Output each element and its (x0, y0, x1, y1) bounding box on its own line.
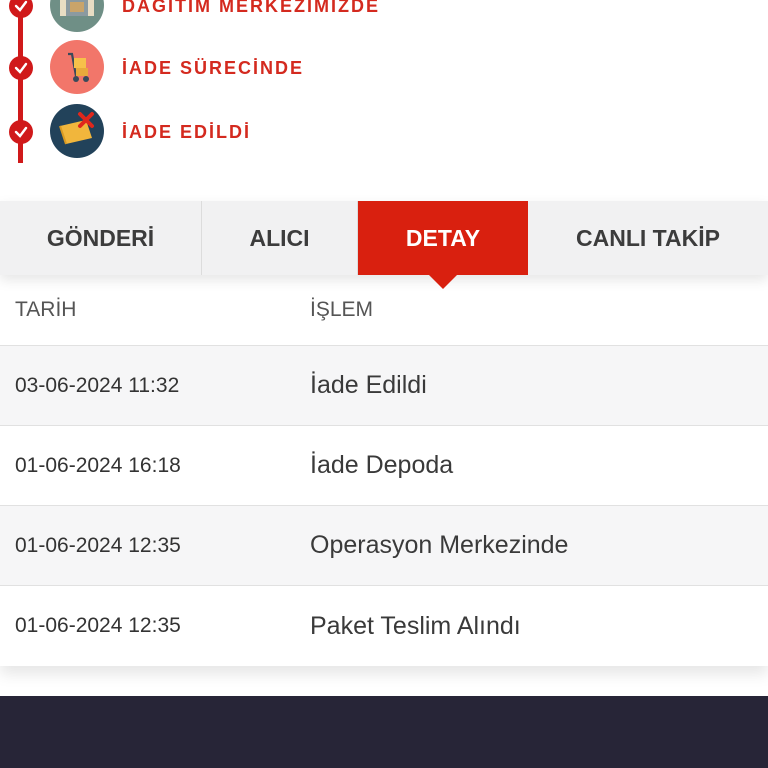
tab-shipment[interactable]: GÖNDERİ (0, 201, 202, 275)
warehouse-icon (50, 0, 104, 32)
table-header-row: TARİH İŞLEM (0, 275, 768, 346)
table-row: 01-06-2024 12:35 Operasyon Merkezinde (0, 506, 768, 586)
tab-live-tracking[interactable]: CANLI TAKİP (528, 201, 768, 275)
check-icon (9, 120, 33, 144)
hand-truck-icon (50, 40, 104, 94)
tracking-history-table: TARİH İŞLEM 03-06-2024 11:32 İade Edildi… (0, 275, 768, 666)
returned-package-icon (50, 104, 104, 158)
timeline-step-label: İADE SÜRECİNDE (122, 58, 305, 78)
row-operation: İade Depoda (310, 451, 454, 479)
timeline-step-return-process: İADE SÜRECİNDE (0, 40, 768, 96)
row-date: 01-06-2024 12:35 (15, 533, 181, 557)
table-row: 01-06-2024 12:35 Paket Teslim Alındı (0, 586, 768, 666)
tab-recipient[interactable]: ALICI (202, 201, 358, 275)
timeline-step-distribution: DAĞITIM MERKEZİMİZDE (0, 0, 768, 34)
row-operation: Operasyon Merkezinde (310, 531, 569, 559)
timeline-step-label: DAĞITIM MERKEZİMİZDE (122, 0, 380, 16)
detail-tabs: GÖNDERİ ALICI DETAY CANLI TAKİP (0, 201, 768, 289)
table-row: 03-06-2024 11:32 İade Edildi (0, 346, 768, 426)
tab-detail[interactable]: DETAY (358, 201, 528, 289)
column-header-date: TARİH (15, 298, 77, 321)
row-operation: İade Edildi (310, 371, 427, 399)
timeline-step-returned: İADE EDİLDİ (0, 104, 768, 160)
row-date: 01-06-2024 12:35 (15, 614, 181, 637)
check-icon (9, 56, 33, 80)
row-date: 01-06-2024 16:18 (15, 453, 181, 477)
check-icon (9, 0, 33, 18)
column-header-operation: İŞLEM (310, 298, 374, 321)
timeline-step-label: İADE EDİLDİ (122, 122, 252, 142)
row-operation: Paket Teslim Alındı (310, 611, 521, 640)
page-footer (0, 696, 768, 768)
table-row: 01-06-2024 16:18 İade Depoda (0, 426, 768, 506)
tracking-timeline: DAĞITIM MERKEZİMİZDE İADE SÜRECİNDE İADE… (0, 0, 768, 200)
row-date: 03-06-2024 11:32 (15, 373, 180, 397)
